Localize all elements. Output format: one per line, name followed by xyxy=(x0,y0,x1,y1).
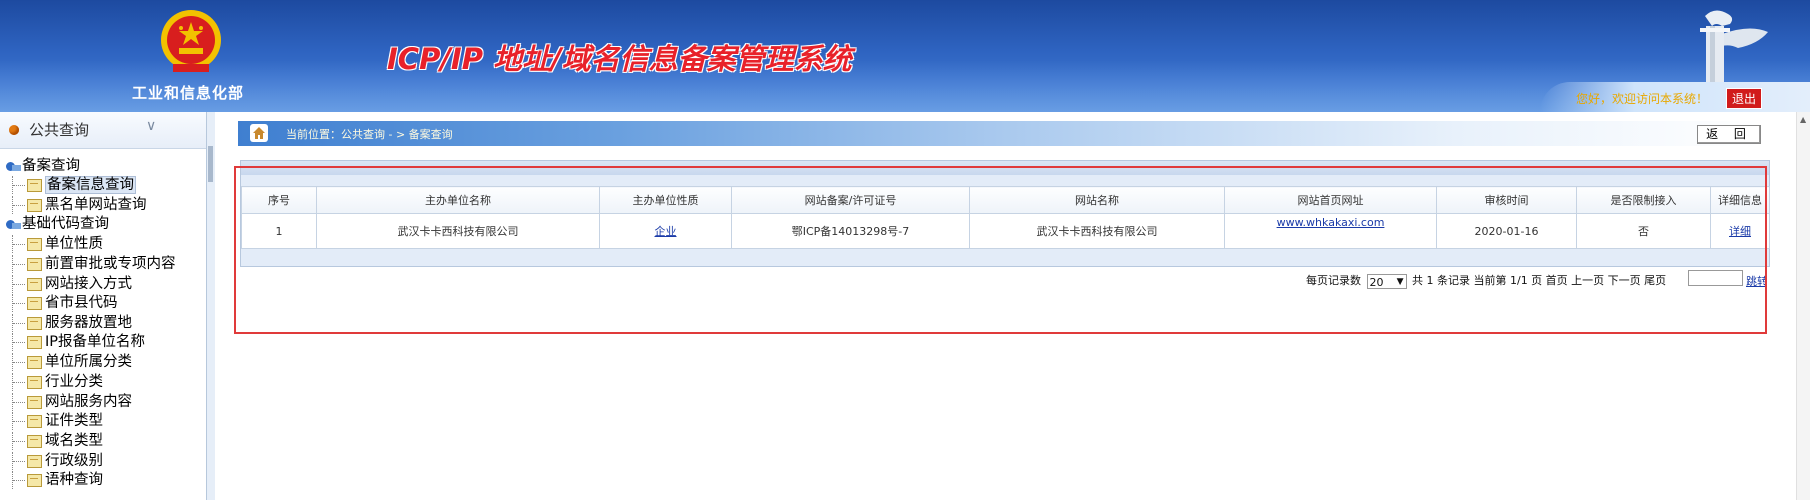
nav-item-blacklist-query[interactable]: 黑名单网站查询 xyxy=(12,193,147,214)
document-icon xyxy=(27,355,42,369)
document-icon xyxy=(27,277,42,291)
document-icon xyxy=(27,237,42,251)
orange-dot-icon xyxy=(9,125,19,135)
document-icon xyxy=(27,335,42,349)
nav-item-ip-reporting-unit[interactable]: IP报备单位名称 xyxy=(12,330,145,351)
document-icon xyxy=(27,178,42,192)
header-sheen xyxy=(0,60,1810,112)
document-icon xyxy=(27,198,42,212)
welcome-text: 您好，欢迎访问本系统！ xyxy=(1576,92,1709,106)
document-icon xyxy=(27,296,42,310)
nav-item-unit-category[interactable]: 单位所属分类 xyxy=(12,350,132,371)
splitter-handle[interactable] xyxy=(208,146,213,182)
group-icon xyxy=(6,160,22,172)
breadcrumb: 当前位置：公共查询 - > 备案查询 xyxy=(286,128,453,141)
nav-item-access-method[interactable]: 网站接入方式 xyxy=(12,272,132,293)
nav-group-record-query[interactable]: 备案查询 xyxy=(6,154,80,175)
nav-item-region-code[interactable]: 省市县代码 xyxy=(12,291,118,312)
collapse-chevron-icon[interactable]: ∨ xyxy=(146,118,156,134)
nav-item-industry[interactable]: 行业分类 xyxy=(12,370,103,391)
document-icon xyxy=(27,395,42,409)
system-title: ICP/IP 地址/域名信息备案管理系统 xyxy=(387,42,852,76)
document-icon xyxy=(27,257,42,271)
nav-item-language[interactable]: 语种查询 xyxy=(12,468,103,489)
nav-item-server-location[interactable]: 服务器放置地 xyxy=(12,311,132,332)
home-icon[interactable] xyxy=(250,124,268,142)
group-icon xyxy=(6,218,22,230)
scroll-up-icon[interactable]: ▲ xyxy=(1800,115,1806,124)
sidebar-header[interactable]: 公共查询 ∨ xyxy=(0,112,206,149)
sidebar: 公共查询 ∨ 备案查询 备案信息查询 黑名单网站查询 基础代码查询 单位性质 前… xyxy=(0,112,206,500)
national-emblem-icon xyxy=(161,10,221,72)
highlight-frame xyxy=(234,166,1767,334)
document-icon xyxy=(27,454,42,468)
document-icon xyxy=(27,434,42,448)
nav-item-service-content[interactable]: 网站服务内容 xyxy=(12,390,132,411)
nav-item-admin-level[interactable]: 行政级别 xyxy=(12,449,103,470)
page-scrollbar[interactable]: ▲ xyxy=(1796,112,1810,500)
ministry-name: 工业和信息化部 xyxy=(132,84,245,102)
document-icon xyxy=(27,375,42,389)
sidebar-title: 公共查询 xyxy=(29,121,90,139)
document-icon xyxy=(27,414,42,428)
nav-item-record-info-query[interactable]: 备案信息查询 xyxy=(12,173,136,194)
nav-item-id-type[interactable]: 证件类型 xyxy=(12,409,103,430)
sidebar-splitter[interactable] xyxy=(206,112,215,500)
nav-item-domain-type[interactable]: 域名类型 xyxy=(12,429,103,450)
logout-button[interactable]: 退出 xyxy=(1726,88,1763,109)
breadcrumb-bar xyxy=(238,121,1760,146)
document-icon xyxy=(27,473,42,487)
nav-item-unit-nature[interactable]: 单位性质 xyxy=(12,232,103,253)
nav-item-pre-approval[interactable]: 前置审批或专项内容 xyxy=(12,252,176,273)
document-icon xyxy=(27,316,42,330)
nav-group-basic-code-query[interactable]: 基础代码查询 xyxy=(6,212,109,233)
back-button[interactable]: 返 回 xyxy=(1697,125,1761,144)
header-banner xyxy=(0,0,1810,112)
